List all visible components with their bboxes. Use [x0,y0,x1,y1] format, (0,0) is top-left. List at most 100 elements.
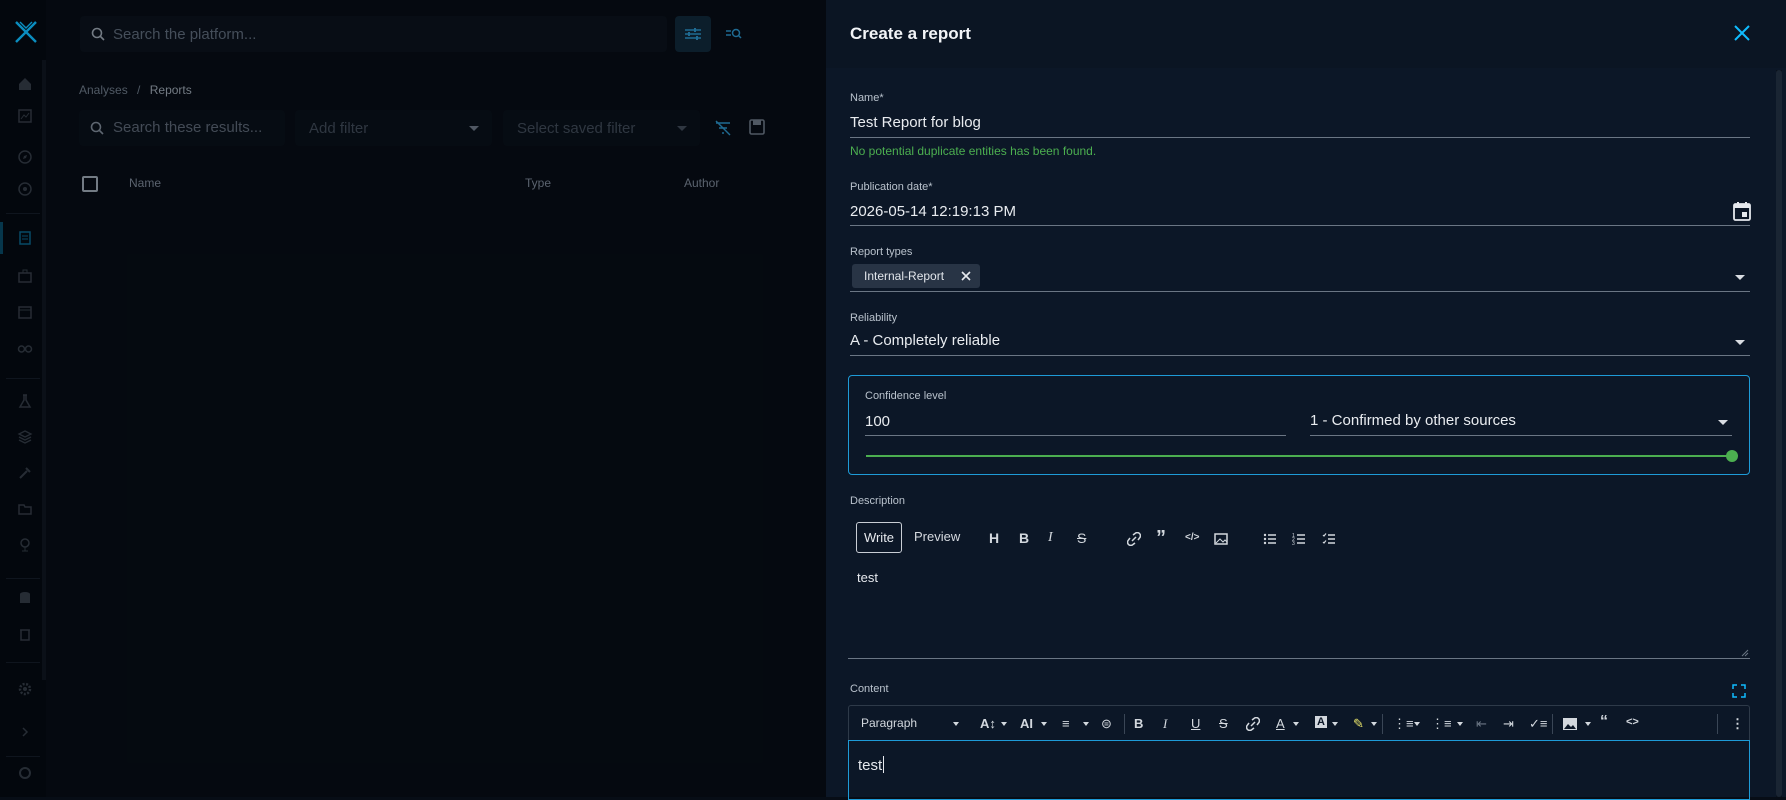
strikethrough-icon[interactable]: S [1077,530,1086,546]
reliability-label: Reliability [850,312,898,324]
code-icon[interactable]: </> [1185,532,1199,543]
saved-filter-select[interactable]: Select saved filter [503,110,700,146]
fullscreen-icon[interactable] [1732,684,1746,698]
close-icon[interactable] [1733,24,1751,42]
underline-icon[interactable]: U [1191,716,1200,731]
threats-icon[interactable] [17,393,33,409]
expand-sidebar-icon[interactable] [17,724,33,740]
name-label: Name* [850,92,884,104]
report-type-chip: Internal-Report [852,264,981,288]
block-quote-icon[interactable]: “ [1600,713,1608,731]
confidence-value-field[interactable]: 100 [865,413,890,430]
app-logo-icon[interactable] [14,20,38,44]
confidence-scale-dropdown-icon[interactable] [1718,420,1728,425]
heading-icon[interactable]: H [989,530,999,546]
tab-write[interactable]: Write [856,522,902,553]
tune-icon [685,28,701,40]
duplicate-helper-text: No potential duplicate entities has been… [850,144,1097,158]
image-icon[interactable] [1214,532,1228,546]
tab-preview[interactable]: Preview [914,529,960,544]
data-icon[interactable] [17,590,33,606]
calendar-icon[interactable] [1733,201,1751,221]
numbered-list-icon[interactable]: ⋮≡ [1431,716,1452,732]
column-type-header[interactable]: Type [525,176,551,190]
clear-filters-icon[interactable] [714,119,732,137]
locations-icon[interactable] [17,537,33,553]
drawer-scrollbar[interactable] [1776,70,1782,797]
settings-icon[interactable] [17,681,33,697]
page-break-icon[interactable]: ⊜ [1101,716,1112,732]
dashboard-icon[interactable] [17,108,33,124]
observations-icon[interactable] [17,340,33,356]
saved-filter-label: Select saved filter [517,120,636,137]
trash-icon[interactable] [17,626,33,642]
events-icon[interactable] [17,304,33,320]
select-all-checkbox[interactable] [82,176,98,192]
content-editor[interactable]: test [848,740,1750,800]
confidence-scale-select[interactable]: 1 - Confirmed by other sources [1310,412,1516,429]
publication-date-field[interactable]: 2026-05-14 12:19:13 PM [850,203,1016,220]
breadcrumb: Analyses / Reports [79,83,192,97]
strikethrough-icon[interactable]: S [1219,716,1228,731]
chevron-down-icon [469,126,479,131]
save-filter-icon[interactable] [748,118,766,136]
global-search-input[interactable]: Search the platform... [80,16,667,52]
techniques-icon[interactable] [17,465,33,481]
paragraph-select[interactable]: Paragraph [861,716,917,730]
filters-toggle-button[interactable] [675,16,711,52]
align-icon[interactable]: ≡ [1062,716,1070,731]
analyses-icon[interactable] [17,230,33,246]
bold-icon[interactable]: B [1019,530,1029,546]
add-filter-label: Add filter [309,120,369,137]
link-icon[interactable] [1246,717,1260,731]
content-text: test [858,756,885,774]
confidence-slider-thumb[interactable] [1726,450,1738,462]
code-block-icon[interactable]: <> [1626,716,1639,728]
quote-icon[interactable]: ” [1156,527,1166,550]
reliability-dropdown-icon[interactable] [1735,340,1745,345]
column-author-header[interactable]: Author [684,176,719,190]
sidebar-selected-indicator [0,222,3,254]
preferences-icon[interactable] [17,765,33,781]
link-icon[interactable] [1127,532,1141,546]
column-name-header[interactable]: Name [129,176,161,190]
results-search-input[interactable]: Search these results... [79,110,285,146]
bold-icon[interactable]: B [1134,716,1143,731]
breadcrumb-analyses[interactable]: Analyses [79,83,128,97]
outdent-icon[interactable]: ⇤ [1476,716,1487,732]
resize-handle-icon[interactable] [1741,649,1749,657]
task-list-icon[interactable] [1322,532,1336,546]
home-icon[interactable] [17,76,33,92]
radar-icon[interactable] [17,181,33,197]
more-options-icon[interactable]: ⋮ [1731,716,1744,732]
todo-list-icon[interactable]: ✓≡ [1529,716,1547,732]
description-text: test [857,570,878,585]
name-field[interactable]: Test Report for blog [850,114,981,131]
publication-date-label: Publication date* [850,181,933,193]
insert-image-icon[interactable] [1562,716,1578,732]
bulleted-list-icon[interactable]: ⋮≡ [1393,716,1414,732]
arsenal-icon[interactable] [17,429,33,445]
explore-icon[interactable] [17,149,33,165]
cases-icon[interactable] [17,268,33,284]
reliability-select[interactable]: A - Completely reliable [850,332,1000,349]
report-types-dropdown-icon[interactable] [1735,275,1745,280]
entities-icon[interactable] [17,501,33,517]
advanced-search-button[interactable] [716,16,752,52]
left-sidebar [0,0,46,797]
background-color-icon[interactable]: A [1315,716,1327,728]
drawer-header: Create a report [826,0,1786,68]
font-size-icon[interactable]: A↕ [980,716,996,731]
description-textarea[interactable]: test [848,565,1750,659]
font-color-icon[interactable]: A [1276,716,1285,731]
font-family-icon[interactable]: AI [1020,716,1033,731]
indent-icon[interactable]: ⇥ [1503,716,1514,732]
highlight-icon[interactable]: ✎ [1353,716,1364,732]
numbered-list-icon[interactable]: 123 [1292,532,1306,546]
italic-icon[interactable]: I [1048,530,1053,546]
remove-chip-icon[interactable] [960,270,972,282]
add-filter-select[interactable]: Add filter [295,110,492,146]
confidence-slider-track[interactable] [866,455,1732,457]
bulleted-list-icon[interactable] [1263,532,1277,546]
italic-icon[interactable]: I [1163,716,1167,732]
